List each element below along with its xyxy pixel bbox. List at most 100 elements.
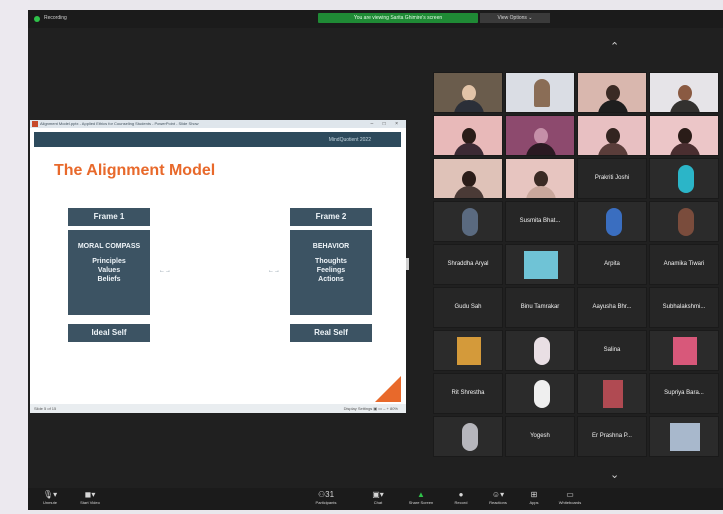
participant-photo bbox=[678, 165, 694, 193]
video-tile[interactable] bbox=[505, 115, 575, 156]
participant-body bbox=[454, 143, 484, 155]
video-tile[interactable] bbox=[505, 330, 575, 371]
video-tile[interactable] bbox=[505, 373, 575, 414]
values-item: Values bbox=[97, 267, 121, 274]
record-button[interactable]: ● Record bbox=[441, 490, 481, 506]
recording-label: Recording bbox=[44, 15, 67, 21]
window-controls[interactable]: – □ × bbox=[371, 121, 403, 127]
share-screen-button[interactable]: ▲ Share Screen bbox=[401, 490, 441, 506]
participant-tile[interactable]: Aayusha Bhr... bbox=[577, 287, 647, 328]
video-tile[interactable] bbox=[433, 72, 503, 113]
participant-photo bbox=[678, 208, 694, 236]
video-tile[interactable] bbox=[577, 115, 647, 156]
start-video-button[interactable]: ◼▾ Start Video bbox=[70, 490, 110, 506]
video-tile[interactable] bbox=[505, 158, 575, 199]
share-screen-icon: ▲ bbox=[417, 490, 425, 499]
participant-body bbox=[670, 143, 700, 155]
video-tile[interactable] bbox=[649, 158, 719, 199]
video-tile[interactable] bbox=[649, 72, 719, 113]
slide-title: The Alignment Model bbox=[54, 162, 216, 179]
participant-photo bbox=[534, 337, 550, 365]
video-tile[interactable] bbox=[433, 416, 503, 457]
video-tile[interactable] bbox=[649, 330, 719, 371]
principles-item: Principles bbox=[92, 258, 126, 265]
participant-tile[interactable]: Arpita bbox=[577, 244, 647, 285]
record-label: Record bbox=[454, 500, 468, 505]
view-controls[interactable]: Display Settings ▣ ▭ – + 80% bbox=[344, 406, 398, 411]
unmute-button[interactable]: 🎙▾ Unmute bbox=[30, 490, 70, 506]
unmute-label: Unmute bbox=[42, 500, 57, 505]
participant-tile[interactable]: Anamika Tiwari bbox=[649, 244, 719, 285]
video-tile[interactable] bbox=[649, 115, 719, 156]
video-tile[interactable] bbox=[433, 330, 503, 371]
view-options-button[interactable]: View Options ⌄ bbox=[480, 13, 550, 23]
participant-name: Yogesh bbox=[530, 433, 550, 439]
presentation-slide: MindQuotient 2022 The Alignment Model Fr… bbox=[34, 132, 401, 402]
participant-tile[interactable]: Subhalakshmi... bbox=[649, 287, 719, 328]
ideal-self-label: Ideal Self bbox=[68, 324, 150, 342]
participant-name: Salina bbox=[603, 347, 621, 353]
participant-tile[interactable]: Rit Shrestha bbox=[433, 373, 503, 414]
thoughts-item: Thoughts bbox=[315, 258, 347, 265]
participant-tile[interactable]: Er Prashna P... bbox=[577, 416, 647, 457]
reactions-label: Reactions bbox=[489, 500, 507, 505]
start-video-label: Start Video bbox=[80, 500, 100, 505]
video-tile[interactable] bbox=[505, 72, 575, 113]
powerpoint-status-bar: Slide 5 of 15 Display Settings ▣ ▭ – + 8… bbox=[30, 404, 406, 413]
slide-corner-decoration bbox=[375, 376, 401, 402]
reactions-button[interactable]: ☺▾ Reactions bbox=[478, 490, 518, 506]
participant-tile[interactable]: Salina bbox=[577, 330, 647, 371]
participant-photo bbox=[673, 337, 697, 365]
participant-name: Rit Shrestha bbox=[451, 390, 485, 396]
participant-name: Shraddha Aryal bbox=[447, 261, 489, 267]
participant-name: Susmita Bhat... bbox=[519, 218, 561, 224]
participant-face bbox=[462, 171, 476, 187]
participant-body bbox=[454, 100, 484, 112]
room-wall bbox=[0, 0, 30, 514]
video-tile[interactable] bbox=[649, 416, 719, 457]
participant-tile[interactable]: Supriya Bara... bbox=[649, 373, 719, 414]
video-tile[interactable] bbox=[577, 373, 647, 414]
participant-name: Gudu Sah bbox=[454, 304, 482, 310]
slide-header-band: MindQuotient 2022 bbox=[34, 132, 401, 147]
video-tile[interactable] bbox=[649, 201, 719, 242]
participant-tile[interactable]: Yogesh bbox=[505, 416, 575, 457]
shared-screen: Alignment Model.pptx - Applied Ethics fo… bbox=[30, 120, 406, 413]
participant-name: Supriya Bara... bbox=[664, 390, 704, 396]
participant-photo bbox=[457, 337, 481, 365]
chevron-up-icon[interactable]: ⌃ bbox=[610, 40, 619, 53]
right-arrow-icon: ←→ bbox=[268, 268, 280, 274]
split-view-handle[interactable] bbox=[406, 258, 409, 270]
powerpoint-titlebar: Alignment Model.pptx - Applied Ethics fo… bbox=[30, 120, 406, 128]
participant-tile[interactable]: Prakriti Joshi bbox=[577, 158, 647, 199]
participant-name: Arpita bbox=[604, 261, 620, 267]
zoom-meeting-window: Recording You are viewing Sarita Ghimire… bbox=[28, 10, 723, 510]
participant-body bbox=[526, 186, 556, 198]
participant-face bbox=[606, 128, 620, 144]
chat-label: Chat bbox=[373, 500, 383, 505]
participant-tile[interactable]: Binu Tamrakar bbox=[505, 287, 575, 328]
share-screen-label: Share Screen bbox=[408, 500, 434, 505]
participant-face bbox=[678, 85, 692, 101]
participant-tile[interactable]: Shraddha Aryal bbox=[433, 244, 503, 285]
recording-icon bbox=[34, 16, 40, 22]
participant-tile[interactable]: Gudu Sah bbox=[433, 287, 503, 328]
chevron-down-icon[interactable]: ⌄ bbox=[610, 468, 619, 481]
video-tile[interactable] bbox=[577, 201, 647, 242]
chat-button[interactable]: ▣▾ Chat bbox=[358, 490, 398, 506]
participant-photo bbox=[524, 251, 558, 279]
video-tile[interactable] bbox=[433, 201, 503, 242]
whiteboards-button[interactable]: ▭ Whiteboards bbox=[550, 490, 590, 506]
video-tile[interactable] bbox=[433, 115, 503, 156]
participant-face bbox=[678, 128, 692, 144]
video-tile[interactable] bbox=[577, 72, 647, 113]
slide-band-text: MindQuotient 2022 bbox=[328, 137, 371, 143]
participant-name: Prakriti Joshi bbox=[594, 175, 630, 181]
participant-tile[interactable]: Susmita Bhat... bbox=[505, 201, 575, 242]
beliefs-item: Beliefs bbox=[97, 276, 121, 283]
reactions-icon: ☺▾ bbox=[491, 490, 505, 499]
video-tile[interactable] bbox=[505, 244, 575, 285]
video-tile[interactable] bbox=[433, 158, 503, 199]
apps-button[interactable]: ⊞ Apps bbox=[514, 490, 554, 506]
participants-button[interactable]: ⚇31 Participants bbox=[306, 490, 346, 506]
